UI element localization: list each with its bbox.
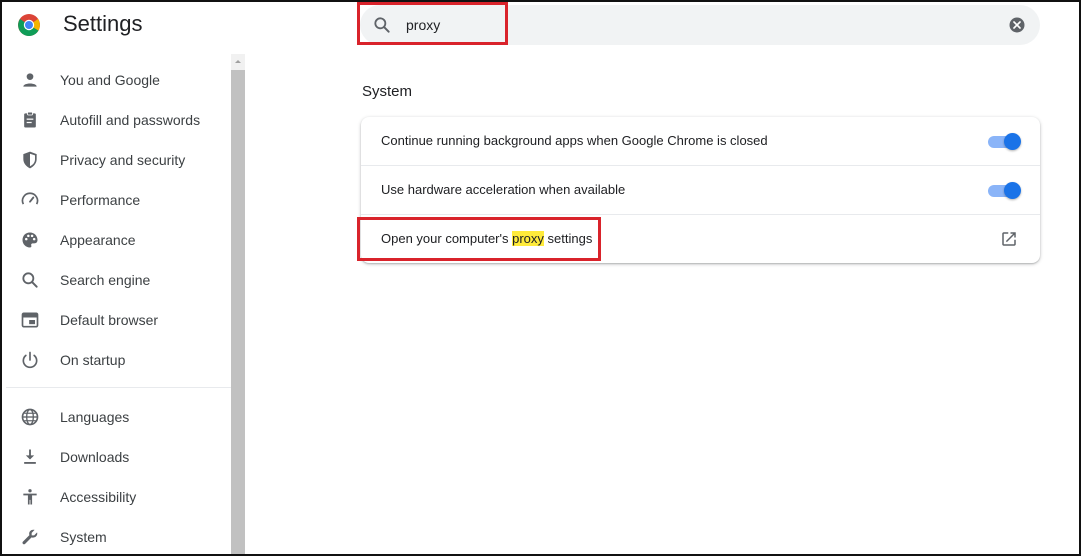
open-external-icon[interactable] (1000, 230, 1018, 248)
sidebar-item-search-engine[interactable]: Search engine (4, 262, 231, 298)
sidebar-item-label: Search engine (60, 272, 151, 288)
sidebar-item-you-and-google[interactable]: You and Google (4, 62, 231, 98)
sidebar-item-label: You and Google (60, 72, 160, 88)
setting-label: Use hardware acceleration when available (381, 182, 626, 197)
clear-search-icon[interactable] (1008, 16, 1026, 34)
power-icon (22, 351, 38, 369)
sidebar-item-label: Default browser (60, 312, 159, 328)
chrome-logo-icon (18, 14, 40, 36)
chevron-up-icon (235, 60, 241, 63)
sidebar-item-autofill[interactable]: Autofill and passwords (4, 102, 231, 138)
sidebar-item-label: Autofill and passwords (60, 112, 201, 128)
sidebar-item-default-browser[interactable]: Default browser (4, 302, 231, 338)
download-icon (24, 449, 36, 464)
toggle-knob (1004, 133, 1021, 150)
proxy-annotation-box (357, 217, 601, 261)
sidebar-item-languages[interactable]: Languages (4, 399, 231, 435)
palette-icon (22, 232, 38, 248)
sidebar-item-label: Downloads (60, 449, 130, 465)
wrench-icon (22, 529, 38, 545)
sidebar-item-label: System (60, 529, 107, 545)
person-icon (23, 73, 37, 87)
sidebar-item-label: Accessibility (60, 489, 137, 505)
toggle-knob (1004, 182, 1021, 199)
page-title: Settings (63, 11, 143, 36)
sidebar-item-label: Languages (60, 409, 130, 425)
setting-row-hardware-acceleration[interactable]: Use hardware acceleration when available (361, 166, 1040, 214)
search-icon (22, 272, 38, 288)
sidebar-item-system[interactable]: System (4, 519, 231, 554)
section-title: System (362, 83, 413, 100)
settings-window: Settings You and Google Autofill and pas… (0, 0, 1081, 556)
sidebar-item-label: On startup (60, 352, 126, 368)
search-annotation-box (357, 2, 508, 45)
sidebar-divider (6, 387, 231, 388)
globe-icon (21, 408, 39, 426)
accessibility-icon (23, 489, 37, 505)
hardware-acceleration-toggle[interactable] (988, 182, 1021, 199)
speedometer-icon (21, 192, 39, 205)
browser-window-icon (21, 312, 39, 328)
clipboard-icon (24, 111, 36, 128)
sidebar-item-downloads[interactable]: Downloads (4, 439, 231, 475)
sidebar-item-label: Performance (60, 192, 141, 208)
setting-label: Continue running background apps when Go… (381, 133, 768, 148)
shield-icon (23, 151, 37, 169)
setting-row-background-apps[interactable]: Continue running background apps when Go… (361, 117, 1040, 165)
sidebar-item-on-startup[interactable]: On startup (4, 342, 231, 378)
sidebar-item-performance[interactable]: Performance (4, 182, 231, 218)
sidebar-item-privacy[interactable]: Privacy and security (4, 142, 231, 178)
background-apps-toggle[interactable] (988, 133, 1021, 150)
scroll-up-button[interactable] (231, 54, 245, 70)
sidebar-item-label: Privacy and security (60, 152, 186, 168)
sidebar: You and Google Autofill and passwords Pr… (4, 54, 231, 554)
sidebar-item-label: Appearance (60, 232, 136, 248)
sidebar-item-accessibility[interactable]: Accessibility (4, 479, 231, 515)
sidebar-item-appearance[interactable]: Appearance (4, 222, 231, 258)
scrollbar-thumb[interactable] (231, 70, 245, 554)
